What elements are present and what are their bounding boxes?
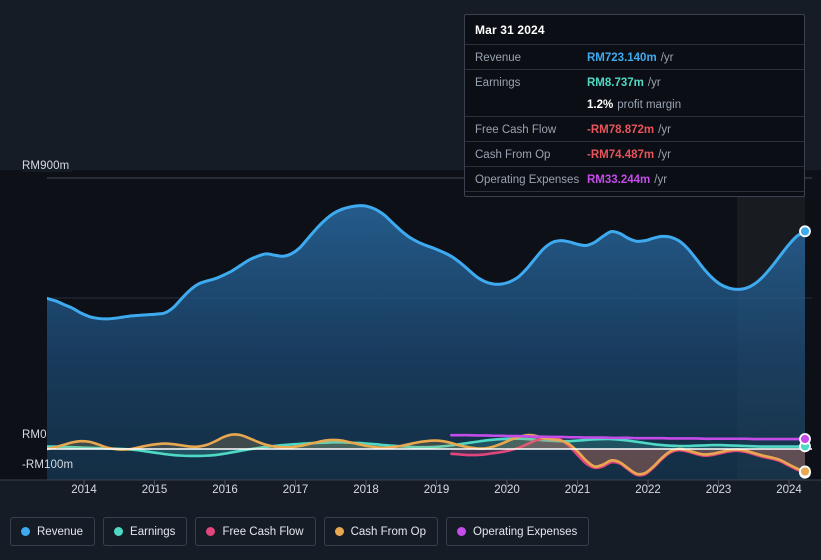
legend-item-earnings[interactable]: Earnings [103,517,188,546]
legend-item-free-cash-flow[interactable]: Free Cash Flow [195,517,316,546]
tooltip-row: Free Cash Flow -RM78.872m/yr [465,116,804,141]
tooltip-profit-margin-row: 1.2% profit margin [465,94,804,116]
legend-item-label: Operating Expenses [473,525,578,538]
legend-color-dot [21,527,30,536]
legend-item-label: Cash From Op [350,525,427,538]
tooltip-row: Revenue RM723.140m/yr [465,44,804,69]
endpoint-marker [799,225,811,238]
legend-color-dot [206,527,216,536]
x-axis-labels: 2014 2015 2016 2017 2018 2019 2020 2021 2022 2023… [0,484,821,504]
x-axis-label-2018: 2018 [353,484,379,496]
tooltip-row-value: -RM74.487m [587,149,655,161]
legend-item-label: Earnings [130,525,176,538]
x-axis-label-2021: 2021 [564,484,591,496]
legend-color-dot [114,527,124,536]
legend-item-cash-from-op[interactable]: Cash From Op [323,517,439,546]
x-axis-label-2017: 2017 [282,484,309,496]
tooltip-rows: Revenue RM723.140m/yr Earnings RM8.737m/yr 1… [465,44,804,191]
tooltip-row-unit: /yr [660,52,674,64]
tooltip-row-value-wrap: RM33.244m/yr [587,170,667,188]
tooltip-row-unit: /yr [647,77,661,89]
legend-item-operating-expenses[interactable]: Operating Expenses [446,517,590,546]
tooltip-date: Mar 31 2024 [475,23,545,37]
tooltip-profit-margin-label: profit margin [617,99,682,111]
endpoint-marker [799,433,811,445]
legend-color-dot [457,527,467,536]
tooltip-row-unit: /yr [658,149,671,161]
tooltip-row-value: RM33.244m [587,174,651,186]
chart-legend: Revenue Earnings Free Cash Flow Cash From O… [10,517,590,546]
tooltip-profit-margin-value: 1.2% [587,99,614,111]
legend-item-label: Free Cash Flow [222,525,304,538]
tooltip-profit-margin-value-wrap: 1.2% profit margin [587,95,681,113]
x-axis-label-2015: 2015 [141,484,168,496]
tooltip-row-value: RM8.737m [587,77,644,89]
tooltip-row: Earnings RM8.737m/yr [465,69,804,94]
tooltip-row-unit: /yr [658,124,671,136]
tooltip-row-unit: /yr [654,174,668,186]
legend-item-revenue[interactable]: Revenue [10,517,96,546]
tooltip-row-value-wrap: -RM74.487m/yr [587,145,671,163]
tooltip-row: Operating Expenses RM33.244m/yr [465,166,804,191]
tooltip-row: Cash From Op -RM74.487m/yr [465,141,804,166]
tooltip-row-value-wrap: RM723.140m/yr [587,48,673,66]
chart-page: RM900m RM0 -RM100m 2014 2015 2016 2017 2018 2… [0,0,821,560]
x-axis-label-2014: 2014 [71,484,97,496]
tooltip-bottom-rule [465,191,804,196]
y-axis-label-zero: RM0 [22,429,47,441]
x-axis-label-2022: 2022 [635,484,661,496]
legend-item-label: Revenue [37,525,84,538]
x-axis-label-2019: 2019 [423,484,450,496]
tooltip-row-label: Free Cash Flow [475,124,557,136]
y-axis-label-top: RM900m [22,160,73,172]
legend-color-dot [334,527,344,536]
tooltip-row-label: Operating Expenses [475,174,580,186]
chart-tooltip: Mar 31 2024 Revenue RM723.140m/yr Earnings… [464,14,805,197]
y-axis-label-bottom: -RM100m [22,459,74,471]
tooltip-row-value: -RM78.872m [587,124,655,136]
tooltip-row-value-wrap: -RM78.872m/yr [587,120,671,138]
tooltip-row-value-wrap: RM8.737m/yr [587,73,661,91]
x-axis-label-2016: 2016 [212,484,238,496]
tooltip-row-label: Cash From Op [475,149,551,161]
endpoint-marker [799,465,811,478]
tooltip-row-label: Revenue [475,52,522,64]
tooltip-row-label: Earnings [475,77,521,89]
x-axis-label-2023: 2023 [705,484,732,496]
x-axis-label-2020: 2020 [494,484,520,496]
tooltip-row-value: RM723.140m [587,52,657,64]
x-axis-label-2024: 2024 [776,484,802,496]
